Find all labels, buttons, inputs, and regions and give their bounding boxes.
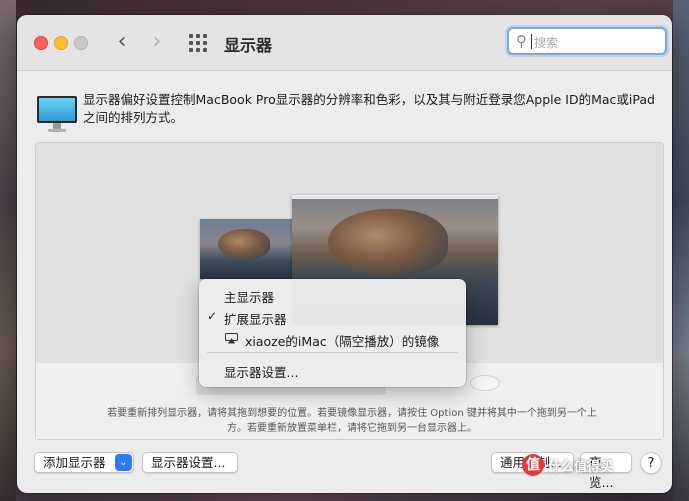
close-button[interactable]: [34, 36, 48, 50]
forward-chevron-icon[interactable]: ›: [146, 29, 168, 55]
hint-line-2: 方。若要重新放置菜单栏，请将它拖到另一台显示器上。: [227, 423, 477, 434]
airplay-icon: [225, 333, 238, 344]
window-title: 显示器: [224, 36, 273, 55]
help-button[interactable]: ?: [640, 452, 662, 474]
arrangement-hint: 若要重新排列显示器，请将其拖到想要的位置。若要镜像显示器，请按住 Option …: [92, 406, 612, 436]
menu-item-main-display[interactable]: 主显示器: [199, 285, 466, 305]
menu-item-extended-display[interactable]: ✓ 扩展显示器: [199, 307, 466, 327]
add-display-label: 添加显示器: [43, 455, 106, 470]
hint-line-1: 若要重新排列显示器，请将其拖到想要的位置。若要镜像显示器，请按住 Option …: [107, 408, 597, 419]
search-placeholder: 搜索: [534, 36, 559, 50]
title-bar: ‹ › 显示器 ⚲ 搜索: [17, 15, 672, 71]
display-context-menu: 主显示器 ✓ 扩展显示器 xiaoze的iMac（隔空播放）的镜像 显示器设置.…: [199, 279, 466, 387]
search-field[interactable]: ⚲ 搜索: [507, 27, 667, 55]
desktop-wallpaper-left: [0, 0, 16, 501]
chevron-down-icon: ⌄: [115, 454, 132, 471]
menu-separator: [207, 352, 458, 353]
back-chevron-icon[interactable]: ‹: [111, 29, 133, 55]
checkmark-icon: ✓: [207, 309, 218, 323]
show-all-grid-icon[interactable]: [189, 34, 207, 52]
watermark-text: 什么值得买: [548, 460, 614, 475]
menu-item-display-settings[interactable]: 显示器设置...: [199, 360, 466, 380]
display-settings-button[interactable]: 显示器设置...: [142, 452, 238, 473]
text-caret: [531, 34, 532, 49]
minimize-button[interactable]: [54, 36, 68, 50]
menu-bar-indicator[interactable]: [292, 195, 498, 199]
display-monitor-icon: [37, 96, 77, 136]
search-icon: ⚲: [516, 32, 527, 50]
secondary-display-thumbnail[interactable]: [200, 219, 296, 279]
desktop-wallpaper-right: [673, 0, 689, 501]
pane-description: 显示器偏好设置控制MacBook Pro显示器的分辨率和色彩，以及其与附近登录您…: [83, 92, 655, 125]
system-preferences-window: ‹ › 显示器 ⚲ 搜索 显示器偏好设置控制MacBook Pro显示器的分辨率…: [17, 15, 672, 493]
watermark-logo: 值: [522, 454, 544, 476]
add-display-popup-button[interactable]: 添加显示器 ⌄: [34, 452, 134, 473]
mouse-graphic: [470, 375, 500, 391]
menu-item-mirror-imac[interactable]: xiaoze的iMac（隔空播放）的镜像: [199, 329, 466, 349]
zoom-button[interactable]: [74, 36, 88, 50]
